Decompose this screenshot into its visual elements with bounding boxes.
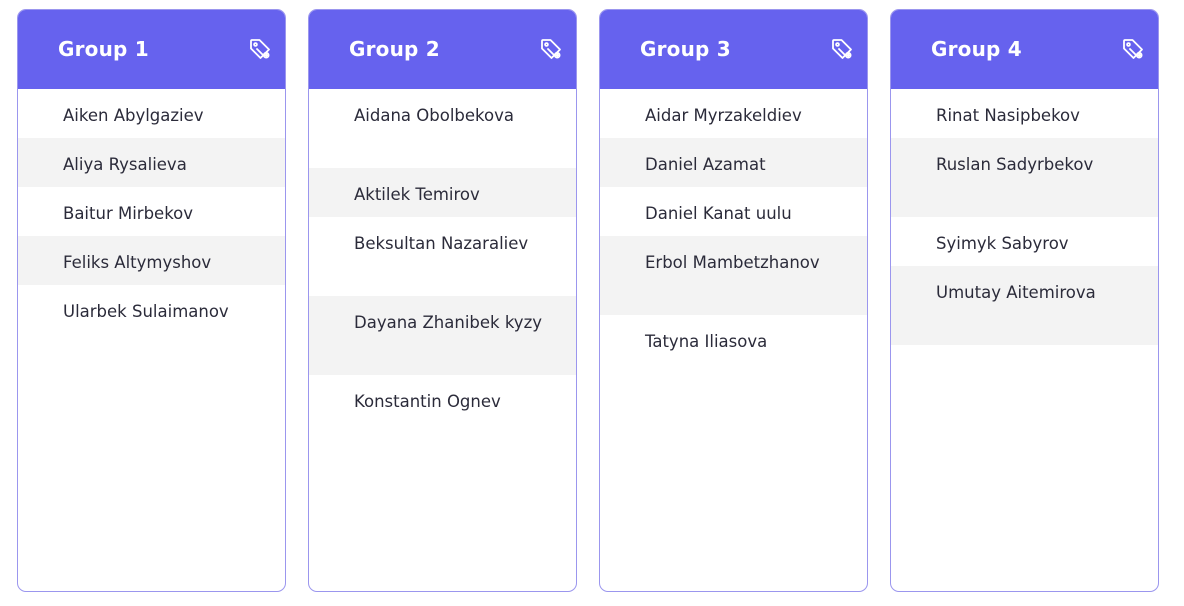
list-item: Aidar Myrzakeldiev (645, 106, 802, 125)
group-header: Group 3 (600, 10, 867, 89)
member-name: Erbol Mambetzhanov (645, 253, 820, 272)
list-item: Beksultan Nazaraliev (309, 217, 576, 296)
list-item: Aliya Rysalieva (18, 138, 285, 187)
list-item: Tatyna Iliasova (645, 332, 768, 351)
member-list: Aidar Myrzakeldiev Daniel Azamat Daniel … (600, 89, 867, 364)
tag-icon[interactable] (1120, 36, 1146, 62)
list-item: Baitur Mirbekov (63, 204, 194, 223)
group-header: Group 2 (309, 10, 576, 89)
list-item: Ularbek Sulaimanov (18, 285, 285, 364)
tag-icon[interactable] (247, 36, 273, 62)
member-name: Ruslan Sadyrbekov (936, 155, 1094, 174)
member-name: Aidana Obolbekova (354, 106, 514, 125)
list-item: Rinat Nasipbekov (936, 106, 1080, 125)
list-item: Konstantin Ognev (354, 392, 501, 411)
list-item: Aktilek Temirov (309, 168, 576, 217)
group-card-1: Group 1 Aiken Abylgaziev Aliya Rysalieva… (17, 9, 286, 592)
group-title: Group 1 (58, 37, 149, 61)
list-item: Umutay Aitemirova (891, 266, 1158, 345)
member-list: Aidana Obolbekova Aktilek Temirov Beksul… (309, 89, 576, 424)
member-list: Aiken Abylgaziev Aliya Rysalieva Baitur … (18, 89, 285, 364)
member-name: Beksultan Nazaraliev (354, 234, 529, 253)
tag-icon[interactable] (538, 36, 564, 62)
group-card-4: Group 4 Rinat Nasipbekov Ruslan Sadyrbek… (890, 9, 1159, 592)
group-header: Group 1 (18, 10, 285, 89)
group-card-3: Group 3 Aidar Myrzakeldiev Daniel Azamat… (599, 9, 868, 592)
list-item: Aiken Abylgaziev (63, 106, 204, 125)
list-item: Feliks Altymyshov (18, 236, 285, 285)
group-title: Group 3 (640, 37, 731, 61)
list-item: Syimyk Sabyrov (936, 234, 1069, 253)
member-name: Dayana Zhanibek kyzy (354, 313, 543, 332)
list-item: Aidana Obolbekova (309, 89, 576, 168)
group-card-2: Group 2 Aidana Obolbekova Aktilek Temiro… (308, 9, 577, 592)
list-item: Daniel Kanat uulu (645, 204, 792, 223)
group-title: Group 2 (349, 37, 440, 61)
group-title: Group 4 (931, 37, 1022, 61)
member-name: Umutay Aitemirova (936, 283, 1096, 302)
group-header: Group 4 (891, 10, 1158, 89)
member-name: Ularbek Sulaimanov (63, 302, 229, 321)
tag-icon[interactable] (829, 36, 855, 62)
list-item: Ruslan Sadyrbekov (891, 138, 1158, 217)
list-item: Dayana Zhanibek kyzy (309, 296, 576, 375)
member-list: Rinat Nasipbekov Ruslan Sadyrbekov Syimy… (891, 89, 1158, 345)
groups-board: Group 1 Aiken Abylgaziev Aliya Rysalieva… (0, 0, 1184, 606)
list-item: Daniel Azamat (600, 138, 867, 187)
list-item: Erbol Mambetzhanov (600, 236, 867, 315)
